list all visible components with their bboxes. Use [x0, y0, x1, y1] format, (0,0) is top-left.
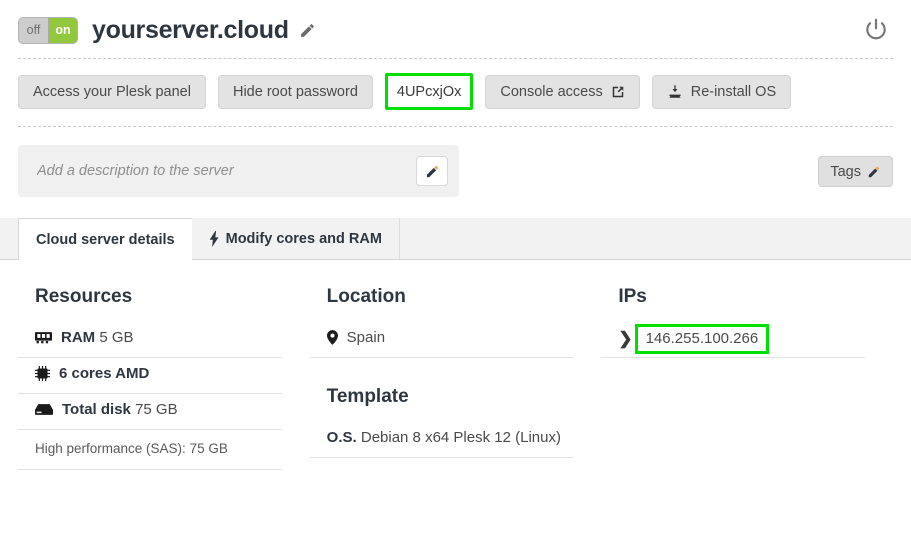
toggle-on-segment[interactable]: on	[48, 17, 77, 43]
toggle-off-segment[interactable]: off	[19, 17, 48, 43]
power-button[interactable]	[863, 17, 895, 43]
ips-heading: IPs	[618, 286, 647, 307]
action-button-row: Access your Plesk panel Hide root passwo…	[0, 59, 911, 110]
location-row: Spain	[309, 322, 574, 358]
resource-disk-row: Total disk 75 GB	[18, 394, 282, 430]
console-access-button[interactable]: Console access	[485, 74, 640, 109]
tab-modify-cores-and-ram[interactable]: Modify cores and RAM	[191, 218, 400, 259]
reinstall-os-label: Re-install OS	[690, 83, 777, 100]
tags-label: Tags	[830, 163, 861, 180]
os-value: Debian 8 x64 Plesk 12 (Linux)	[360, 429, 561, 446]
details-columns: Resources RAM 5 GB 6 cores AMD Total dis…	[0, 286, 911, 470]
cpu-icon	[35, 366, 50, 381]
console-access-label: Console access	[500, 83, 603, 100]
resources-heading: Resources	[35, 286, 133, 307]
bolt-icon	[209, 230, 220, 247]
root-password-value[interactable]: 4UPcxjOx	[384, 73, 474, 110]
edit-description-button[interactable]	[416, 156, 448, 186]
disk-detail-row: High performance (SAS): 75 GB	[18, 430, 282, 470]
reinstall-os-button[interactable]: Re-install OS	[651, 74, 792, 109]
disk-value: 75 GB	[135, 401, 178, 418]
external-link-icon	[611, 85, 625, 99]
tab-cloud-server-details[interactable]: Cloud server details	[18, 218, 193, 260]
tags-pencil-icon	[867, 165, 881, 179]
template-os-row: O.S. Debian 8 x64 Plesk 12 (Linux)	[309, 422, 574, 458]
server-details-page: off on yourserver.cloud Access your Ples…	[0, 0, 911, 535]
description-row: Add a description to the server Tags	[0, 127, 911, 197]
disk-icon	[35, 403, 53, 416]
tab-strip: Cloud server details Modify cores and RA…	[0, 218, 911, 260]
tab-modify-cores-and-ram-label: Modify cores and RAM	[225, 230, 382, 247]
page-header: off on yourserver.cloud	[0, 0, 911, 50]
disk-label: Total disk	[62, 401, 131, 418]
hide-root-password-label: Hide root password	[232, 83, 358, 100]
ram-value: 5 GB	[99, 329, 134, 346]
resource-cpu-row: 6 cores AMD	[18, 358, 282, 394]
tags-button[interactable]: Tags	[818, 156, 893, 187]
page-title: yourserver.cloud	[92, 15, 289, 44]
install-os-icon	[667, 84, 683, 99]
description-input[interactable]: Add a description to the server	[37, 163, 377, 179]
chevron-right-icon[interactable]: ❯	[618, 329, 632, 349]
cpu-label: 6 cores AMD	[59, 365, 150, 382]
location-value: Spain	[346, 329, 386, 346]
access-plesk-panel-label: Access your Plesk panel	[33, 83, 191, 100]
ip-address[interactable]: 146.255.100.266	[634, 324, 770, 354]
os-label: O.S.	[326, 429, 357, 446]
root-password-label: 4UPcxjOx	[396, 83, 462, 100]
ram-label: RAM	[61, 329, 96, 346]
description-box[interactable]: Add a description to the server	[18, 145, 459, 197]
ip-row[interactable]: ❯ 146.255.100.266	[601, 322, 866, 358]
template-heading: Template	[326, 386, 409, 407]
map-pin-icon	[326, 330, 338, 345]
ips-column: IPs ❯ 146.255.100.266	[601, 286, 893, 470]
resources-column: Resources RAM 5 GB 6 cores AMD Total dis…	[18, 286, 310, 470]
resource-ram-row: RAM 5 GB	[18, 322, 282, 358]
edit-server-name-icon[interactable]	[299, 22, 316, 39]
power-state-toggle[interactable]: off on	[18, 16, 78, 44]
hide-root-password-button[interactable]: Hide root password	[217, 74, 373, 109]
location-template-column: Location Spain Template O.S. Debian 8 x6…	[309, 286, 602, 470]
access-plesk-panel-button[interactable]: Access your Plesk panel	[18, 74, 206, 109]
location-heading: Location	[326, 286, 406, 307]
ram-icon	[35, 331, 52, 344]
tab-cloud-server-details-label: Cloud server details	[36, 231, 175, 248]
